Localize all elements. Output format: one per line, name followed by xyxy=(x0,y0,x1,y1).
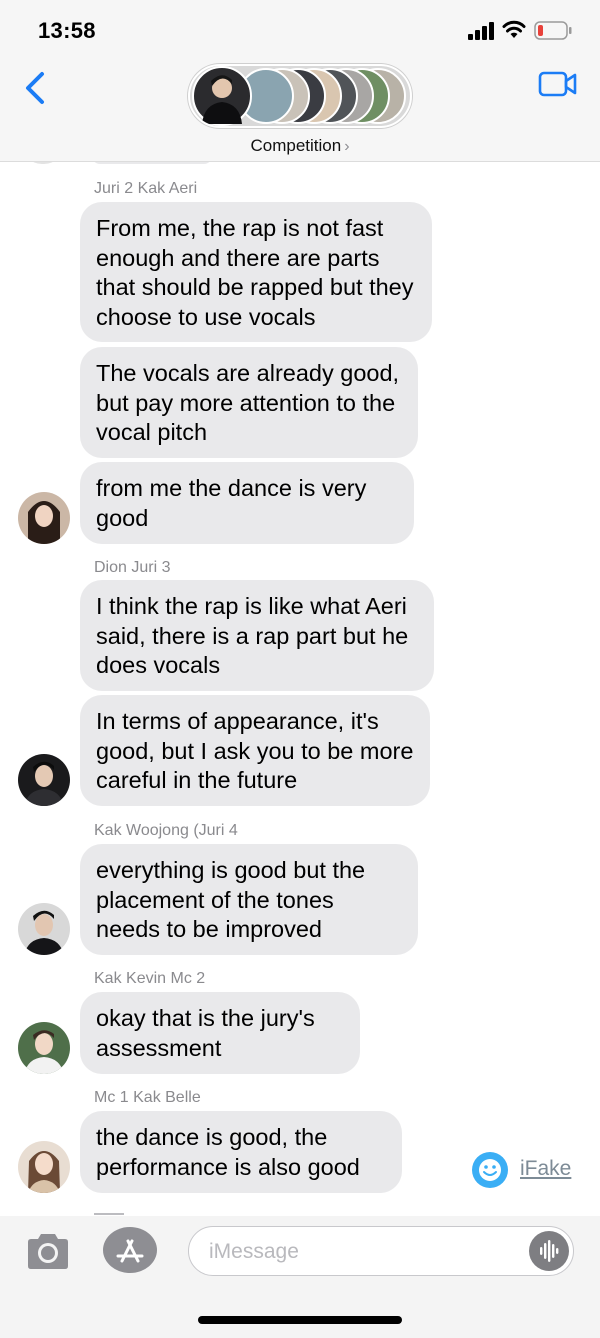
home-indicator[interactable] xyxy=(198,1316,402,1324)
message-bubble[interactable]: from me the dance is very good xyxy=(80,462,414,544)
back-chevron-icon[interactable] xyxy=(20,68,52,108)
group-name[interactable]: Competition › xyxy=(0,136,600,156)
message-bubble[interactable]: From me, the rap is not fast enough and … xyxy=(80,202,432,342)
conversation-header: Competition › xyxy=(0,60,600,162)
message-bubble[interactable]: I think the rap is like what Aeri said, … xyxy=(80,580,434,691)
message-bubble[interactable]: everything is good but the placement of … xyxy=(80,844,418,955)
group-avatar xyxy=(192,66,252,126)
message-bubble[interactable]: The vocals are already good, but pay mor… xyxy=(80,347,418,458)
person-icon xyxy=(202,75,242,124)
person-icon xyxy=(18,754,70,806)
avatar[interactable] xyxy=(18,1022,70,1074)
message-bubble[interactable]: the dance is good, the performance is al… xyxy=(80,1111,402,1193)
clipped-message-bubble xyxy=(92,162,212,164)
sender-name: Juri 2 Kak Aeri xyxy=(94,180,198,197)
sender-name: Mc 1 Kak Belle xyxy=(94,1089,201,1106)
group-name-label: Competition xyxy=(250,136,342,155)
input-placeholder: iMessage xyxy=(209,1240,299,1263)
person-icon xyxy=(18,1141,70,1193)
avatar[interactable] xyxy=(18,1141,70,1193)
message-list[interactable]: Juri 2 Kak Aeri From me, the rap is not … xyxy=(0,162,600,1216)
status-bar: 13:58 xyxy=(0,0,600,60)
message-bubble[interactable]: In terms of appearance, it's good, but I… xyxy=(80,695,430,806)
avatar[interactable] xyxy=(18,492,70,544)
person-icon xyxy=(18,903,70,955)
ifake-label: iFake xyxy=(520,1157,572,1180)
battery-icon xyxy=(534,21,572,40)
person-icon xyxy=(18,492,70,544)
clipped-avatar xyxy=(22,162,64,164)
video-camera-icon[interactable] xyxy=(538,70,578,98)
app-store-icon[interactable] xyxy=(102,1226,158,1274)
avatar[interactable] xyxy=(18,754,70,806)
sender-name: Dion Juri 3 xyxy=(94,559,171,576)
person-icon xyxy=(18,1022,70,1074)
audio-wave-icon[interactable] xyxy=(529,1231,569,1271)
wifi-icon xyxy=(502,20,526,38)
ifake-watermark: iFake xyxy=(472,1152,582,1188)
signal-icon xyxy=(468,22,494,40)
camera-icon[interactable] xyxy=(24,1232,72,1272)
sender-name: Kak Woojong (Juri 4 xyxy=(94,822,238,839)
message-bubble[interactable]: okay that is the jury's assessment xyxy=(80,992,360,1074)
avatar[interactable] xyxy=(18,903,70,955)
imessage-input[interactable]: iMessage xyxy=(188,1226,574,1276)
group-avatar-stack[interactable] xyxy=(188,64,412,128)
chevron-right-icon: › xyxy=(344,138,350,155)
smiley-icon xyxy=(472,1152,508,1188)
sender-name: Kak Kevin Mc 2 xyxy=(94,970,206,987)
status-time: 13:58 xyxy=(38,18,96,43)
composer-bar: iMessage xyxy=(0,1216,600,1338)
clipped-sender-name xyxy=(94,1208,124,1216)
